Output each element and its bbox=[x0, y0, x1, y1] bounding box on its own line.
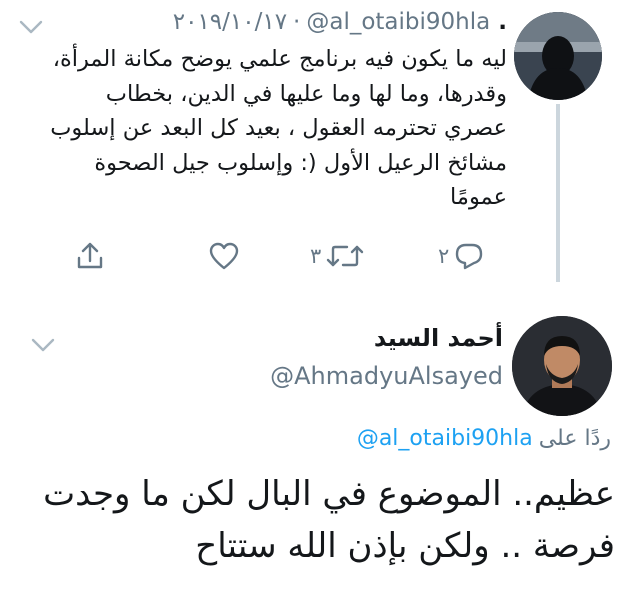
reply-button[interactable]: ٢ bbox=[438, 234, 485, 278]
tweet-date[interactable]: ٢٠١٩/١٠/١٧ bbox=[173, 9, 287, 35]
like-button[interactable] bbox=[208, 234, 240, 278]
retweet-icon bbox=[327, 245, 364, 267]
reply-to-label: ردًا على bbox=[538, 426, 611, 451]
author-name[interactable]: أحمد السيد bbox=[374, 324, 503, 352]
retweet-button[interactable]: ٣ bbox=[310, 234, 365, 278]
replying-to: @al_otaibi90hla ردًا على bbox=[357, 426, 611, 451]
meta-dot: . bbox=[498, 9, 507, 35]
retweet-count: ٣ bbox=[310, 244, 322, 268]
chevron-down-icon[interactable] bbox=[30, 336, 56, 354]
meta-separator: · bbox=[293, 9, 301, 35]
reply-to-handle[interactable]: @al_otaibi90hla bbox=[357, 426, 533, 451]
tweet-actions: ٣ ٢ bbox=[60, 234, 500, 278]
reply-tweet-text: عظيم.. الموضوع في البال لكن ما وجدت فرصة… bbox=[43, 474, 615, 566]
share-icon bbox=[77, 242, 103, 269]
avatar[interactable] bbox=[512, 316, 612, 416]
author-handle[interactable]: @AhmadyuAlsayed bbox=[270, 362, 503, 390]
heart-icon bbox=[209, 242, 239, 270]
chevron-down-icon[interactable] bbox=[18, 18, 44, 36]
tweet-meta: ٢٠١٩/١٠/١٧ · @al_otaibi90hla . bbox=[173, 4, 507, 40]
avatar-image bbox=[514, 12, 602, 100]
avatar[interactable] bbox=[514, 12, 602, 100]
tweet-text: ليه ما يكون فيه برنامج علمي يوضح مكانة ا… bbox=[50, 46, 507, 210]
share-button[interactable] bbox=[74, 234, 106, 278]
reply-icon bbox=[456, 243, 483, 270]
author-handle[interactable]: @al_otaibi90hla bbox=[306, 9, 490, 35]
reply-count: ٢ bbox=[438, 244, 450, 268]
parent-tweet: ٢٠١٩/١٠/١٧ · @al_otaibi90hla . ليه ما يك… bbox=[0, 0, 639, 290]
thread-line bbox=[556, 104, 560, 282]
avatar-image bbox=[512, 316, 612, 416]
